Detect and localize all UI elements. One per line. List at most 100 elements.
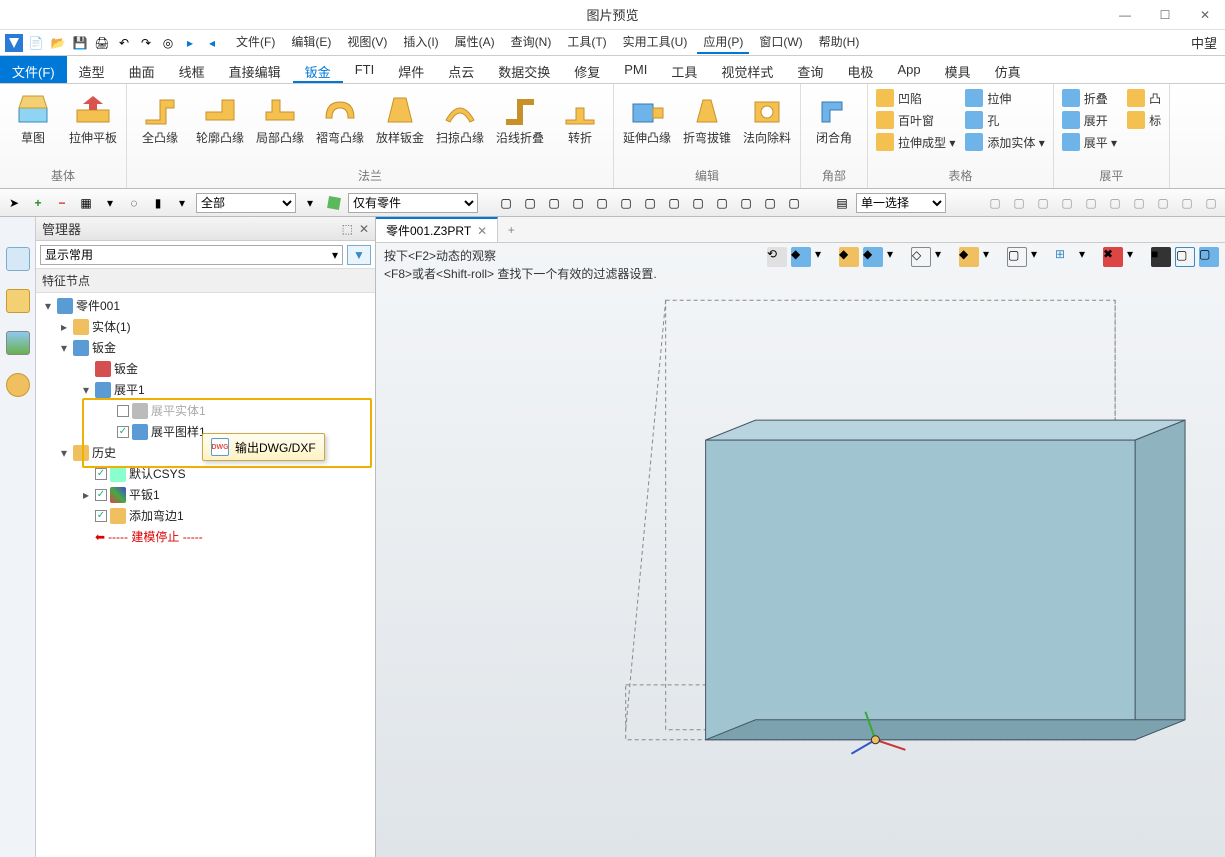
tree-flat-bend[interactable]: ▸✓平钣1 bbox=[36, 484, 375, 505]
btn-label[interactable]: 标 bbox=[1125, 110, 1163, 130]
strip-cube-icon[interactable] bbox=[6, 247, 30, 271]
tab-sheetmetal[interactable]: 钣金 bbox=[293, 56, 343, 83]
tool-icon[interactable]: ▢ bbox=[1033, 193, 1053, 213]
tree-root[interactable]: ▾零件001 bbox=[36, 295, 375, 316]
btn-form-extrude[interactable]: 拉伸成型 ▾ bbox=[874, 132, 957, 152]
add-tab-button[interactable]: + bbox=[498, 217, 524, 242]
target-icon[interactable]: ◎ bbox=[158, 33, 178, 53]
manager-close-icon[interactable]: ✕ bbox=[359, 222, 369, 236]
tool-icon[interactable]: ▢ bbox=[736, 193, 756, 213]
tool-icon[interactable]: ▢ bbox=[688, 193, 708, 213]
btn-loft-sheet[interactable]: 放样钣金 bbox=[371, 86, 429, 167]
tool-icon[interactable]: ▢ bbox=[1129, 193, 1149, 213]
checkbox[interactable]: ✓ bbox=[95, 468, 107, 480]
close-button[interactable]: ✕ bbox=[1185, 0, 1225, 30]
tab-sim[interactable]: 仿真 bbox=[983, 56, 1033, 83]
open-icon[interactable]: 📂 bbox=[48, 33, 68, 53]
btn-normal-cut[interactable]: 法向除料 bbox=[738, 86, 796, 167]
menu-app[interactable]: 应用(P) bbox=[697, 31, 749, 54]
tool-icon[interactable]: ▢ bbox=[1105, 193, 1125, 213]
strip-users-icon[interactable] bbox=[6, 373, 30, 397]
select-box-icon[interactable]: ▦ bbox=[76, 193, 96, 213]
document-tab[interactable]: 零件001.Z3PRT ✕ bbox=[376, 217, 498, 242]
checkbox[interactable]: ✓ bbox=[95, 489, 107, 501]
tab-wire[interactable]: 线框 bbox=[167, 56, 217, 83]
menu-attr[interactable]: 属性(A) bbox=[449, 31, 501, 54]
tree-add-bend[interactable]: ✓添加弯边1 bbox=[36, 505, 375, 526]
display-combo[interactable]: 显示常用▾ bbox=[40, 245, 343, 265]
tool-icon[interactable]: ▢ bbox=[616, 193, 636, 213]
print-icon[interactable]: 🖨 bbox=[92, 33, 112, 53]
tree-flat-entity[interactable]: 展平实体1 bbox=[36, 400, 375, 421]
btn-hem-flange[interactable]: 褶弯凸缘 bbox=[311, 86, 369, 167]
tool-icon[interactable]: ▢ bbox=[664, 193, 684, 213]
menu-window[interactable]: 窗口(W) bbox=[753, 31, 808, 54]
filter-combo-1[interactable]: 全部 bbox=[196, 193, 296, 213]
tab-electrode[interactable]: 电极 bbox=[835, 56, 885, 83]
tree-entity[interactable]: ▸实体(1) bbox=[36, 316, 375, 337]
app-icon[interactable] bbox=[4, 33, 24, 53]
cube-icon[interactable] bbox=[324, 193, 344, 213]
btn-add-body[interactable]: 添加实体 ▾ bbox=[963, 132, 1046, 152]
tool-icon[interactable]: ▢ bbox=[544, 193, 564, 213]
tab-pointcloud[interactable]: 点云 bbox=[436, 56, 486, 83]
plus-icon[interactable]: + bbox=[28, 193, 48, 213]
strip-box-icon[interactable] bbox=[6, 289, 30, 313]
undo-icon[interactable]: ↶ bbox=[114, 33, 134, 53]
tab-query[interactable]: 查询 bbox=[785, 56, 835, 83]
btn-sweep-flange[interactable]: 扫掠凸缘 bbox=[431, 86, 489, 167]
tool-icon[interactable]: ▢ bbox=[985, 193, 1005, 213]
menu-tool[interactable]: 工具(T) bbox=[561, 31, 612, 54]
manager-min-icon[interactable]: ⬚ bbox=[342, 222, 353, 236]
btn-fold-line[interactable]: 沿线折叠 bbox=[491, 86, 549, 167]
btn-extrude-flat[interactable]: 拉伸平板 bbox=[64, 86, 122, 167]
tool-icon[interactable]: ▢ bbox=[496, 193, 516, 213]
new-icon[interactable]: 📄 bbox=[26, 33, 46, 53]
strip-image-icon[interactable] bbox=[6, 331, 30, 355]
tool-icon[interactable]: ▢ bbox=[1057, 193, 1077, 213]
tool-icon[interactable]: ▢ bbox=[784, 193, 804, 213]
tab-shape[interactable]: 造型 bbox=[67, 56, 117, 83]
chevron-down-icon[interactable]: ▾ bbox=[300, 193, 320, 213]
tool-icon[interactable]: ▢ bbox=[520, 193, 540, 213]
checkbox[interactable]: ✓ bbox=[95, 510, 107, 522]
menu-query[interactable]: 查询(N) bbox=[505, 31, 558, 54]
tree-sheetmetal[interactable]: ▾钣金 bbox=[36, 337, 375, 358]
btn-full-flange[interactable]: 全凸缘 bbox=[131, 86, 189, 167]
menu-help[interactable]: 帮助(H) bbox=[813, 31, 866, 54]
btn-sketch[interactable]: 草图 bbox=[4, 86, 62, 167]
tab-file[interactable]: 文件(F) bbox=[0, 56, 67, 83]
btn-extend-flange[interactable]: 延伸凸缘 bbox=[618, 86, 676, 167]
tool-icon[interactable]: ▢ bbox=[1081, 193, 1101, 213]
tab-surface[interactable]: 曲面 bbox=[117, 56, 167, 83]
menu-view[interactable]: 视图(V) bbox=[341, 31, 393, 54]
tab-tools[interactable]: 工具 bbox=[659, 56, 709, 83]
pointer-icon[interactable]: ➤ bbox=[4, 193, 24, 213]
tab-dataex[interactable]: 数据交换 bbox=[486, 56, 562, 83]
btn-flatten[interactable]: 展平 ▾ bbox=[1060, 132, 1119, 152]
tab-directedit[interactable]: 直接编辑 bbox=[217, 56, 293, 83]
filter-combo-2[interactable]: 仅有零件 bbox=[348, 193, 478, 213]
checkbox[interactable]: ✓ bbox=[117, 426, 129, 438]
tool-icon[interactable]: ▢ bbox=[1201, 193, 1221, 213]
btn-taper[interactable]: 折弯拔锥 bbox=[678, 86, 736, 167]
tree-stop[interactable]: ⬅----- 建模停止 ----- bbox=[36, 526, 375, 547]
filter-icon[interactable]: ▮ bbox=[148, 193, 168, 213]
btn-close-corner[interactable]: 闭合角 bbox=[805, 86, 863, 167]
tab-pmi[interactable]: PMI bbox=[612, 56, 659, 83]
menu-insert[interactable]: 插入(I) bbox=[397, 31, 444, 54]
menu-file[interactable]: 文件(F) bbox=[230, 31, 281, 54]
play-fwd-icon[interactable]: ◂ bbox=[202, 33, 222, 53]
select-lasso-icon[interactable]: ◌ bbox=[124, 193, 144, 213]
redo-icon[interactable]: ↷ bbox=[136, 33, 156, 53]
tool-icon[interactable]: ▢ bbox=[712, 193, 732, 213]
btn-bump[interactable]: 凸 bbox=[1125, 88, 1163, 108]
filter-funnel-icon[interactable]: ▼ bbox=[347, 245, 371, 265]
tool-icon[interactable]: ▢ bbox=[592, 193, 612, 213]
select-mode-combo[interactable]: 单一选择 bbox=[856, 193, 946, 213]
play-back-icon[interactable]: ▸ bbox=[180, 33, 200, 53]
checkbox[interactable] bbox=[117, 405, 129, 417]
tab-app[interactable]: App bbox=[885, 56, 932, 83]
tool-icon[interactable]: ▢ bbox=[760, 193, 780, 213]
viewport-body[interactable]: 按下<F2>动态的观察 <F8>或者<Shift-roll> 查找下一个有效的过… bbox=[376, 243, 1225, 857]
